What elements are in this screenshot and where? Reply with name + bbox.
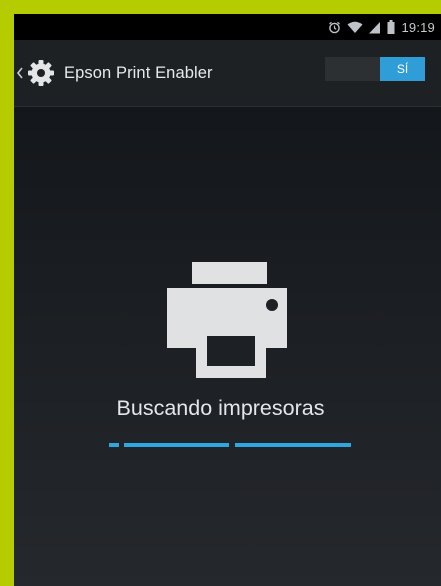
status-clock: 19:19 xyxy=(401,19,435,35)
gear-icon xyxy=(24,59,55,87)
toggle-on-label: SÍ xyxy=(380,57,425,81)
app-title: Epson Print Enabler xyxy=(64,63,213,82)
enable-toggle-switch[interactable]: SÍ xyxy=(325,57,425,81)
progress-segment xyxy=(109,443,119,447)
up-navigation-button[interactable]: Epson Print Enabler xyxy=(14,40,213,106)
phone-screen: 19:19 Epson Print Enabler SÍ Buscando im… xyxy=(14,14,441,586)
wifi-icon xyxy=(347,21,363,34)
status-icons: 19:19 xyxy=(328,14,435,40)
status-bar: 19:19 xyxy=(14,14,441,40)
printer-icon xyxy=(155,262,287,383)
progress-indicator xyxy=(14,443,441,447)
alarm-icon xyxy=(328,21,341,34)
progress-segment xyxy=(124,443,229,447)
chevron-left-icon xyxy=(14,66,24,80)
action-bar: Epson Print Enabler SÍ xyxy=(14,40,441,106)
battery-icon xyxy=(387,20,395,34)
progress-segment xyxy=(235,443,351,447)
searching-printers-message: Buscando impresoras xyxy=(116,396,325,420)
signal-icon xyxy=(369,21,381,34)
